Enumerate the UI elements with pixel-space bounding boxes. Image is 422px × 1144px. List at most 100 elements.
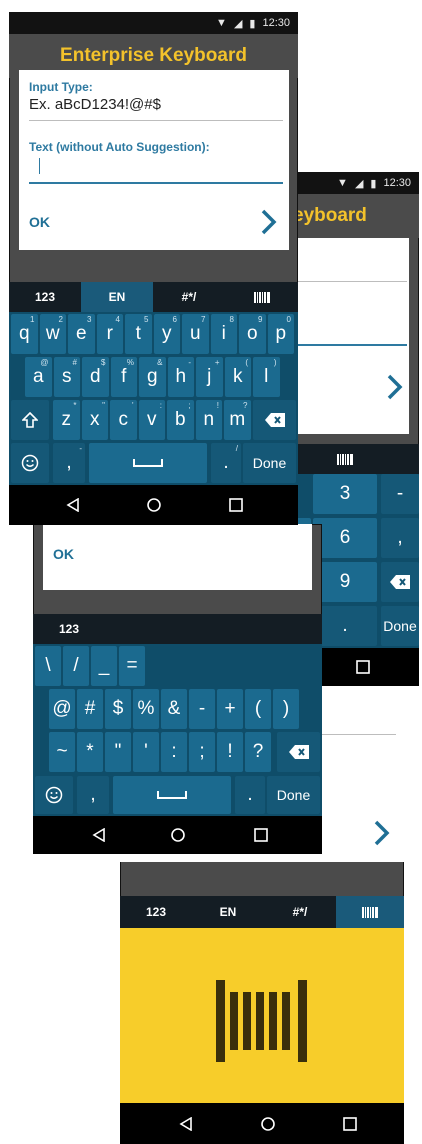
tab-numeric[interactable]: 123: [120, 896, 192, 928]
key-m[interactable]: m?: [224, 400, 251, 440]
key-e[interactable]: e3: [68, 314, 95, 354]
key-b[interactable]: b;: [167, 400, 194, 440]
key-minus[interactable]: -: [381, 474, 419, 514]
back-icon[interactable]: [179, 1116, 193, 1131]
tab-language[interactable]: EN: [192, 896, 264, 928]
backspace-key[interactable]: [381, 562, 419, 602]
chevron-right-icon[interactable]: [387, 374, 403, 400]
key-n[interactable]: n!: [195, 400, 222, 440]
key-v[interactable]: v:: [138, 400, 165, 440]
key-3[interactable]: 3: [313, 474, 377, 514]
tab-barcode[interactable]: [225, 282, 298, 312]
key-r[interactable]: r4: [96, 314, 123, 354]
done-key[interactable]: Done: [243, 443, 296, 483]
key-secondary-label: :: [159, 401, 162, 410]
key-z[interactable]: z *: [53, 400, 80, 440]
home-icon[interactable]: [147, 498, 161, 512]
comma-key[interactable]: ,: [77, 776, 109, 814]
key-rparen[interactable]: ): [273, 689, 299, 729]
key-tilde[interactable]: ~: [49, 732, 75, 772]
key-percent[interactable]: %: [133, 689, 159, 729]
key-label: Done: [276, 787, 311, 803]
key-slash[interactable]: /: [63, 646, 89, 686]
key-asterisk[interactable]: *: [77, 732, 103, 772]
chevron-right-icon[interactable]: [374, 820, 390, 846]
recents-icon[interactable]: [343, 1116, 357, 1131]
key-minus[interactable]: -: [189, 689, 215, 729]
key-9[interactable]: 9: [313, 562, 377, 602]
key-w[interactable]: w2: [39, 314, 66, 354]
key-j[interactable]: j +: [196, 357, 223, 397]
key-question[interactable]: ?: [245, 732, 271, 772]
key-u[interactable]: u7: [182, 314, 209, 354]
ok-button[interactable]: OK: [29, 214, 50, 230]
done-key[interactable]: Done: [267, 776, 320, 814]
key-6[interactable]: 6: [313, 518, 377, 558]
emoji-key[interactable]: [35, 776, 73, 814]
tab-barcode[interactable]: [336, 896, 404, 928]
ok-button[interactable]: OK: [53, 546, 74, 562]
backspace-key[interactable]: [253, 400, 296, 440]
recents-icon[interactable]: [356, 660, 370, 674]
space-key[interactable]: [113, 776, 231, 814]
key-h[interactable]: h-: [167, 357, 194, 397]
key-s[interactable]: s #: [53, 357, 80, 397]
key-t[interactable]: t5: [125, 314, 152, 354]
period-key[interactable]: . /: [211, 443, 241, 483]
tab-symbols[interactable]: #*/: [264, 896, 336, 928]
key-d[interactable]: d $: [82, 357, 109, 397]
key-amp[interactable]: &: [161, 689, 187, 729]
key-dollar[interactable]: $: [105, 689, 131, 729]
shift-key[interactable]: [11, 400, 49, 440]
key-label: _: [98, 655, 110, 676]
text-field[interactable]: [29, 156, 283, 184]
key-plus[interactable]: +: [217, 689, 243, 729]
key-at[interactable]: @: [49, 689, 75, 729]
done-key[interactable]: Done: [381, 606, 419, 646]
space-key[interactable]: [89, 443, 207, 483]
key-hash[interactable]: #: [77, 689, 103, 729]
key-dquote[interactable]: ": [105, 732, 131, 772]
home-icon[interactable]: [171, 828, 185, 842]
recents-icon[interactable]: [254, 828, 268, 842]
tab-numeric[interactable]: 123: [9, 282, 81, 312]
key-comma[interactable]: ,: [381, 518, 419, 558]
key-y[interactable]: y6: [153, 314, 180, 354]
key-f[interactable]: f%: [110, 357, 137, 397]
key-a[interactable]: a @: [25, 357, 52, 397]
key-p[interactable]: p0: [267, 314, 294, 354]
key-q[interactable]: q1: [11, 314, 38, 354]
key-underscore[interactable]: _: [91, 646, 117, 686]
back-icon[interactable]: [66, 498, 80, 512]
tab-language[interactable]: EN: [81, 282, 153, 312]
nav-bar: [9, 485, 298, 525]
key-k[interactable]: k(: [224, 357, 251, 397]
key-o[interactable]: o9: [239, 314, 266, 354]
recents-icon[interactable]: [229, 498, 243, 512]
key-lparen[interactable]: (: [245, 689, 271, 729]
key-period[interactable]: .: [313, 606, 377, 646]
barcode-scan-area[interactable]: [120, 928, 404, 1103]
backspace-key[interactable]: [277, 732, 320, 772]
key-l[interactable]: l): [253, 357, 280, 397]
key-label: t: [135, 323, 141, 344]
emoji-key[interactable]: [11, 443, 49, 483]
key-semicolon[interactable]: ;: [189, 732, 215, 772]
key-backslash[interactable]: \: [35, 646, 61, 686]
comma-key[interactable]: ,-: [53, 443, 85, 483]
key-i[interactable]: i8: [210, 314, 237, 354]
key-g[interactable]: g &: [139, 357, 166, 397]
back-icon[interactable]: [92, 828, 106, 842]
period-key[interactable]: .: [235, 776, 265, 814]
key-c[interactable]: c ': [110, 400, 137, 440]
home-icon[interactable]: [261, 1116, 275, 1131]
key-colon[interactable]: :: [161, 732, 187, 772]
tab-symbols[interactable]: #*/: [153, 282, 225, 312]
key-equals[interactable]: =: [119, 646, 145, 686]
tab-barcode[interactable]: [305, 444, 385, 474]
key-squote[interactable]: ': [133, 732, 159, 772]
key-exclaim[interactable]: !: [217, 732, 243, 772]
key-x[interactable]: x ": [81, 400, 108, 440]
chevron-right-icon[interactable]: [261, 209, 277, 235]
tab-numeric[interactable]: 123: [33, 614, 105, 644]
